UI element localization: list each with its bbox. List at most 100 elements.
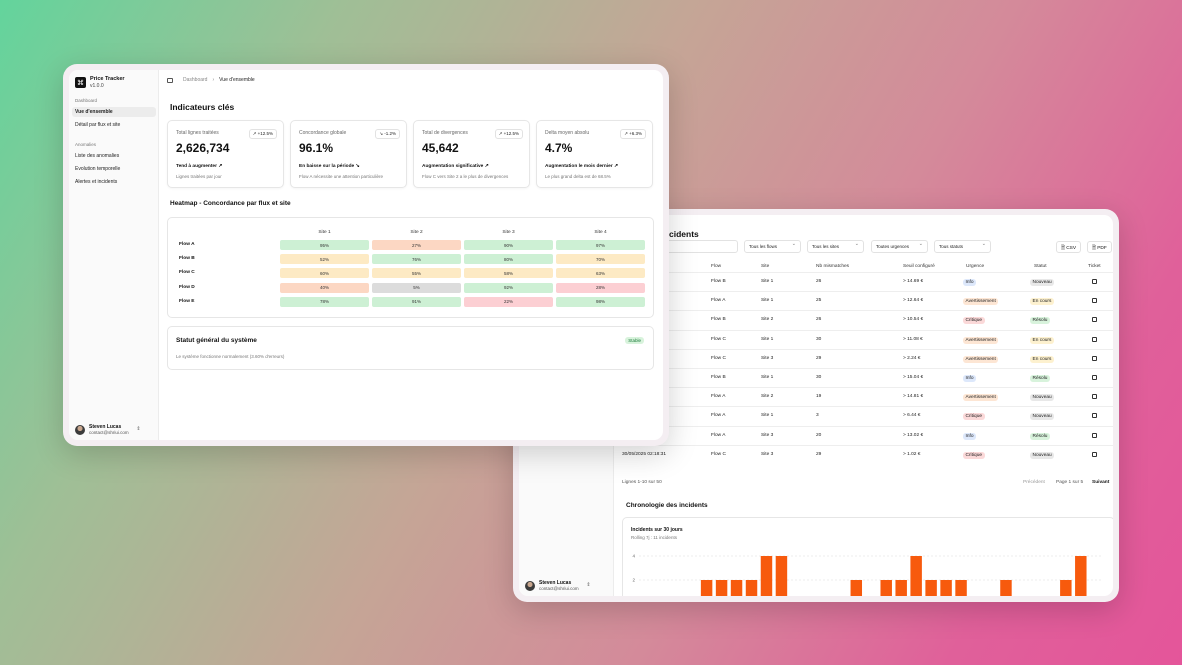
heatmap-title: Heatmap - Concordance par flux et site [170,200,291,207]
heatmap-cell[interactable]: 90% [464,240,553,250]
heatmap-row-label: Flow A [179,242,195,247]
cell-nb: 29 [816,355,822,361]
y-tick-label: 4 [632,554,635,559]
heatmap-cell[interactable]: 78% [280,296,369,307]
incidents-bar-chart: 420 [632,554,1103,596]
bar [1075,556,1087,596]
filter-statuts[interactable]: Tous statuts [934,240,991,253]
table-row[interactable]: Flow C Site 1 30 > 11.08 € Avertissement En c… [614,329,1113,349]
breadcrumb-root[interactable]: Dashboard [183,77,207,83]
trend-up-icon: ↗ [612,164,619,169]
breadcrumb: Dashboard › Vue d'ensemble [167,77,255,83]
prev-button[interactable]: Précédent [1023,480,1045,485]
external-link-icon[interactable] [1092,298,1097,304]
external-link-icon[interactable] [1092,279,1097,284]
heatmap-cell[interactable]: 95% [280,240,369,250]
cell-nb: 19 [816,394,822,400]
export-csv-button[interactable]: 🗎 CSV [1056,241,1082,253]
sidebar-item-alerts[interactable]: Alertes et incidents [72,177,156,187]
heatmap-cell[interactable]: 58% [464,268,553,279]
sidebar-item-detail[interactable]: Détail par flux et site [72,120,156,130]
sidebar-item-evolution[interactable]: Evolution temporelle [72,164,156,174]
bar [850,580,863,596]
urgency-badge: Info [963,279,977,286]
heatmap-cell[interactable]: 97% [556,240,645,250]
filter-flows[interactable]: Tous les flows [744,240,801,253]
export-pdf-button[interactable]: 🗎 PDF [1087,241,1112,253]
heatmap-cell[interactable]: 28% [556,282,645,293]
heatmap-row-label: Flow B [179,256,195,262]
heatmap-cell[interactable]: 80% [464,254,553,265]
status-badge: Résolu [1030,375,1050,382]
trend-down-icon: ↘ [354,164,360,169]
external-link-icon[interactable] [1092,451,1097,457]
overview-screen: ⌘ Price Tracker v1.0.0 Dashboard Vue d'en… [69,70,663,440]
bar [910,556,922,596]
cell-nb: 26 [816,317,822,323]
status-badge: Nouveau [1030,451,1055,459]
sidebar-item-overview[interactable]: Vue d'ensemble [72,107,156,117]
incidents-chart-card: Incidents sur 30 jours Rolling 7j : 11 i… [622,517,1113,596]
section-title: Chronologie des incidents [626,502,708,509]
cell-seuil: > 12.64 € [903,298,924,304]
heatmap-cell[interactable]: 60% [280,268,369,279]
table-row[interactable]: Flow C Site 3 29 > 2.24 € Avertissement En co… [614,348,1113,368]
table-row[interactable]: Flow A Site 1 3 > 6.44 € Critique Nouveau [614,406,1113,425]
status-card: Statut général du système Stable Le syst… [167,326,654,370]
row-count: Lignes 1-10 sur 50 [622,480,662,485]
external-link-icon[interactable] [1092,375,1097,380]
external-link-icon[interactable] [1092,355,1097,361]
table-row[interactable]: Flow B Site 1 30 > 15.04 € Info Résolu [614,368,1113,387]
cell-seuil: > 1.02 € [903,451,921,457]
heatmap-cell[interactable]: 5% [372,282,461,293]
heatmap-cell[interactable]: 40% [280,282,369,293]
bar [775,556,788,596]
table-row[interactable]: Flow A Site 3 20 > 13.02 € Info Résolu [614,425,1113,445]
cell-flow: Flow B [711,317,726,323]
breadcrumb-current: Vue d'ensemble [219,77,255,83]
kpi-card: Concordance globale ↘ -1.2% 96.1% En baisse… [290,120,407,188]
filter-urgences[interactable]: Toutes urgences [871,240,928,253]
user-menu[interactable]: Steven Lucas contact@shriui.com ⇕ [525,580,591,591]
heatmap-cell[interactable]: 76% [372,254,461,265]
external-link-icon[interactable] [1092,432,1097,438]
heatmap-cell[interactable]: 70% [556,254,645,265]
heatmap-cell[interactable]: 92% [464,282,553,293]
heatmap-cell[interactable]: 63% [556,268,645,279]
urgency-badge: Critique [963,413,985,421]
bar [745,580,758,596]
urgency-badge: Info [963,432,977,440]
sidebar-item-anomalies-list[interactable]: Liste des anomalies [72,151,156,161]
user-menu[interactable]: Steven Lucas contact@shriui.com ⇕ [75,424,141,435]
table-row[interactable]: Flow A Site 2 19 > 14.81 € Avertissement Nouv… [614,387,1113,406]
heatmap-cell[interactable]: 22% [464,296,553,307]
external-link-icon[interactable] [1092,317,1097,323]
cell-flow: Flow A [711,413,726,419]
brand[interactable]: ⌘ Price Tracker v1.0.0 [75,76,125,89]
cell-site: Site 1 [761,336,774,342]
cell-seuil: > 6.44 € [903,413,921,419]
heatmap-cell[interactable]: 27% [372,240,461,250]
table-row[interactable]: Flow A Site 1 25 > 12.64 € Avertissement En c… [614,291,1113,310]
table-row[interactable]: 30/05/2025 02:18:31 Flow C Site 3 29 > 1.02 … [614,444,1113,464]
heatmap-cell[interactable]: 52% [280,254,369,265]
heatmap-cell[interactable]: 98% [556,296,645,307]
table-row[interactable]: Flow B Site 2 26 > 10.54 € Critique Résolu [614,310,1113,329]
urgency-badge: Critique [963,317,985,325]
external-link-icon[interactable] [1092,413,1097,419]
kpi-delta-badge: ↗ +6.3% [620,129,646,139]
cell-site: Site 2 [761,317,774,323]
sidebar-toggle-icon[interactable] [167,77,173,83]
cell-nb: 3 [816,413,819,419]
heatmap-cell[interactable]: 91% [372,296,461,307]
cell-flow: Flow C [711,451,726,457]
external-link-icon[interactable] [1092,336,1097,342]
urgency-badge: Avertissement [963,298,999,306]
external-link-icon[interactable] [1092,394,1097,400]
next-button[interactable]: Suivant [1092,480,1109,485]
filter-sites[interactable]: Tous les sites [807,240,864,253]
bar [880,580,892,596]
cell-flow: Flow C [711,355,726,361]
table-row[interactable]: Flow B Site 1 26 > 14.69 € Info Nouveau [614,272,1113,291]
heatmap-cell[interactable]: 55% [372,268,461,279]
